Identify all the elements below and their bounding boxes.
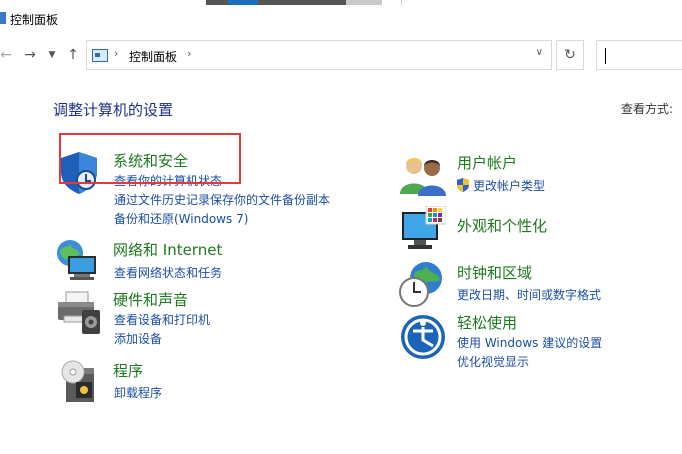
link-change-date-time-format[interactable]: 更改日期、时间或数字格式 [457, 286, 601, 303]
taskbar-thumbnail [206, 0, 382, 5]
control-panel-icon [92, 49, 108, 62]
category-clock-region[interactable]: 时钟和区域 [457, 262, 532, 283]
view-by-label[interactable]: 查看方式: [621, 100, 673, 117]
breadcrumb-control-panel[interactable]: 控制面板 [129, 48, 177, 65]
category-ease-of-access[interactable]: 轻松使用 [457, 312, 517, 333]
user-accounts-icon[interactable] [400, 154, 446, 196]
appearance-monitor-icon[interactable] [400, 205, 447, 252]
search-input[interactable] [596, 40, 682, 70]
printer-icon[interactable] [54, 290, 102, 336]
navigation-bar: ← → ▼ ↑ › 控制面板 › ∨ ↻ [0, 40, 682, 70]
clock-globe-icon[interactable] [398, 260, 446, 308]
page-title: 调整计算机的设置 [53, 101, 174, 119]
category-appearance[interactable]: 外观和个性化 [457, 215, 547, 236]
link-backup-restore[interactable]: 备份和还原(Windows 7) [114, 210, 248, 227]
recent-locations-button[interactable]: ▼ [45, 44, 59, 66]
category-user-accounts[interactable]: 用户帐户 [457, 152, 517, 173]
link-devices-printers[interactable]: 查看设备和打印机 [114, 311, 210, 328]
link-add-device[interactable]: 添加设备 [114, 330, 162, 347]
up-button[interactable]: ↑ [62, 44, 84, 66]
link-file-history-backup[interactable]: 通过文件历史记录保存你的文件备份副本 [114, 191, 330, 208]
refresh-button[interactable]: ↻ [556, 40, 584, 70]
title-bar: 控制面板 [0, 0, 682, 36]
category-hardware-sound[interactable]: 硬件和声音 [113, 289, 188, 310]
link-change-account-type[interactable]: 更改帐户类型 [473, 177, 545, 194]
link-uninstall-program[interactable]: 卸载程序 [114, 384, 162, 401]
highlight-box [59, 133, 241, 184]
uac-shield-icon [456, 177, 470, 192]
ease-of-access-icon[interactable] [400, 314, 446, 360]
category-network-internet[interactable]: 网络和 Internet [113, 239, 222, 260]
control-panel-icon [0, 12, 6, 24]
back-button[interactable]: ← [0, 44, 12, 66]
link-network-status[interactable]: 查看网络状态和任务 [114, 264, 222, 281]
address-bar[interactable]: › 控制面板 › ∨ [86, 40, 552, 70]
link-recommended-settings[interactable]: 使用 Windows 建议的设置 [457, 334, 602, 351]
category-programs[interactable]: 程序 [113, 360, 143, 381]
chevron-right-icon[interactable]: › [114, 47, 118, 60]
forward-button[interactable]: → [20, 44, 40, 66]
chevron-down-icon[interactable]: ∨ [536, 47, 543, 58]
chevron-right-icon[interactable]: › [187, 47, 191, 60]
programs-disc-icon[interactable] [56, 358, 102, 404]
title-divider [401, 0, 402, 5]
text-caret [605, 48, 606, 64]
link-optimize-visual-display[interactable]: 优化视觉显示 [457, 353, 529, 370]
network-globe-icon[interactable] [54, 238, 102, 282]
window-title: 控制面板 [10, 13, 59, 27]
